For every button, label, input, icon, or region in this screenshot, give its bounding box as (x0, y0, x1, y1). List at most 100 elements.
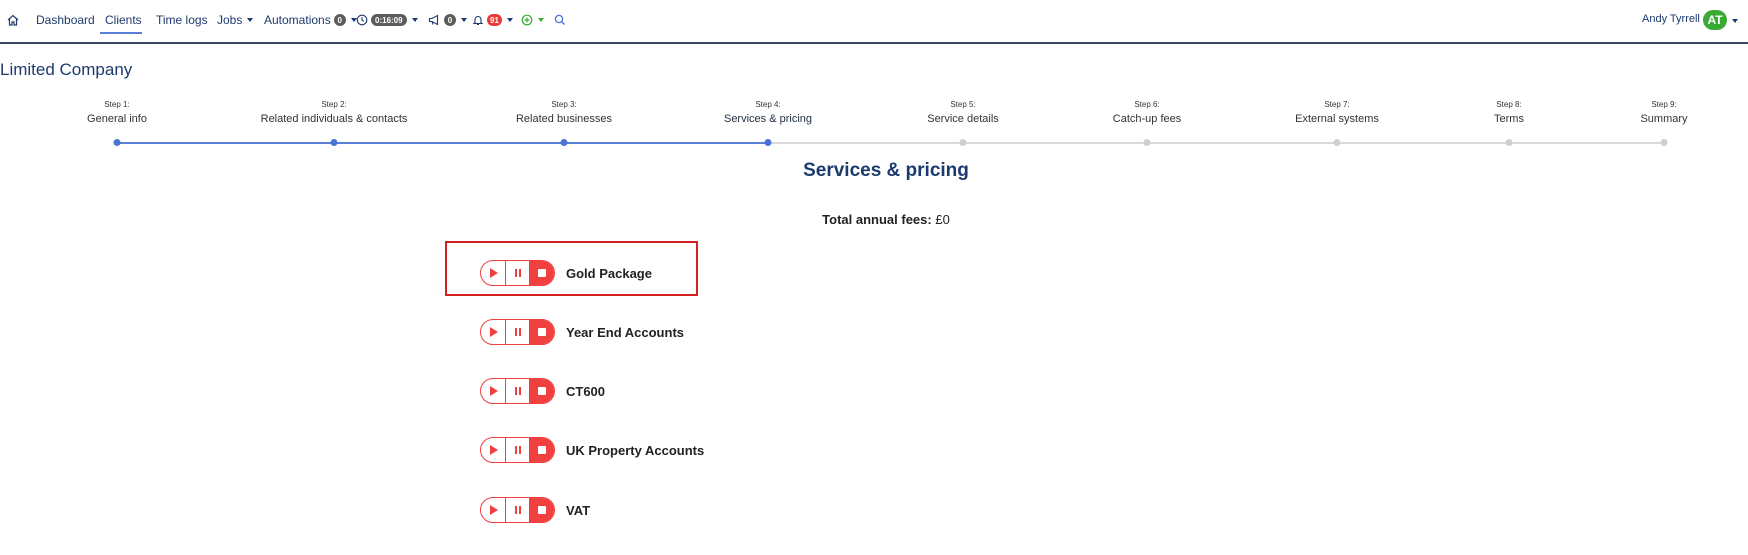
bell-icon (472, 16, 484, 26)
service-name: VAT (566, 502, 591, 518)
avatar[interactable]: AT (1703, 10, 1727, 30)
step-dot (764, 139, 772, 146)
stop-button[interactable] (530, 438, 554, 462)
nav-jobs-dropdown[interactable]: Jobs (217, 11, 254, 29)
step-label: Related individuals & contacts (260, 113, 408, 125)
play-icon (489, 386, 498, 396)
nav-dashboard[interactable]: Dashboard (36, 11, 95, 29)
pause-icon (514, 506, 521, 514)
play-button[interactable] (481, 438, 506, 462)
step-3[interactable]: Step 3: Related businesses (516, 100, 612, 125)
step-connector (963, 142, 1147, 144)
step-number: Step 3: (551, 100, 577, 109)
pause-button[interactable] (506, 379, 531, 403)
step-5[interactable]: Step 5: Service details (927, 100, 999, 125)
service-name: CT600 (566, 383, 606, 399)
step-label: Terms (1494, 113, 1524, 125)
service-name: Year End Accounts (566, 324, 684, 340)
nav-clients-label: Clients (105, 13, 142, 27)
pause-icon (514, 387, 521, 395)
announcements-count-badge: 0 (444, 14, 456, 26)
step-9[interactable]: Step 9: Summary (1640, 100, 1687, 125)
step-number: Step 7: (1324, 100, 1350, 109)
step-label: Related businesses (515, 113, 613, 125)
nav-clients[interactable]: Clients (105, 11, 142, 29)
stop-icon (538, 269, 547, 277)
step-2[interactable]: Step 2: Related individuals & contacts (261, 100, 408, 125)
chevron-down-icon[interactable] (1732, 19, 1738, 23)
notifications-dropdown[interactable]: 91 (472, 11, 513, 29)
step-6[interactable]: Step 6: Catch-up fees (1113, 100, 1181, 125)
clock-icon (356, 14, 368, 26)
chevron-down-icon (461, 18, 467, 22)
pause-button[interactable] (506, 261, 531, 285)
nav-automations-label: Automations (264, 13, 331, 27)
nav-time-logs-label: Time logs (156, 13, 208, 27)
nav-time-logs[interactable]: Time logs (156, 11, 208, 29)
timer-badge: 0:16:09 (371, 14, 407, 26)
active-tab-indicator (100, 32, 142, 34)
page-title: Limited Company (0, 60, 133, 79)
home-icon[interactable] (6, 11, 20, 29)
step-label: Summary (1640, 113, 1688, 125)
pause-icon (514, 269, 521, 277)
step-label: Services & pricing (723, 113, 813, 125)
step-8[interactable]: Step 8: Terms (1494, 100, 1524, 125)
stop-button[interactable] (530, 320, 554, 344)
timer-dropdown[interactable]: 0:16:09 (356, 11, 418, 29)
total-fees-value: £0 (935, 212, 950, 227)
step-dot (959, 139, 967, 146)
step-label: Service details (927, 113, 999, 125)
step-number: Step 5: (950, 100, 976, 109)
service-row-uk-property-accounts: UK Property Accounts (480, 436, 704, 464)
stop-button[interactable] (530, 261, 554, 285)
step-7[interactable]: Step 7: External systems (1295, 100, 1379, 125)
pause-button[interactable] (506, 320, 531, 344)
service-state-toggle (480, 319, 555, 345)
step-number: Step 2: (321, 100, 347, 109)
chevron-down-icon (411, 18, 418, 22)
step-connector (564, 142, 768, 144)
pause-icon (514, 446, 521, 454)
section-title: Services & pricing (803, 160, 969, 181)
chevron-down-icon (247, 18, 254, 22)
user-name[interactable]: Andy Tyrrell (1642, 13, 1700, 25)
step-number: Step 6: (1134, 100, 1160, 109)
stop-button[interactable] (530, 498, 554, 522)
service-row-year-end-accounts: Year End Accounts (480, 318, 684, 346)
service-state-toggle (480, 260, 555, 286)
plus-circle-icon (521, 14, 533, 26)
nav-automations-dropdown[interactable]: Automations 0 (264, 11, 357, 29)
nav-dashboard-label: Dashboard (36, 13, 95, 27)
announcements-dropdown[interactable]: 0 (428, 11, 467, 29)
play-button[interactable] (481, 320, 506, 344)
step-dot (1143, 139, 1151, 146)
add-new-dropdown[interactable] (521, 11, 544, 29)
step-dot (1333, 139, 1341, 146)
stop-icon (538, 446, 547, 454)
play-button[interactable] (481, 379, 506, 403)
step-dot (330, 139, 338, 146)
step-number: Step 9: (1651, 100, 1677, 109)
top-nav: Dashboard Clients Time logs Jobs Automat… (0, 0, 1748, 44)
pause-button[interactable] (506, 438, 531, 462)
step-1[interactable]: Step 1: General info (87, 100, 147, 125)
stop-icon (538, 387, 547, 395)
step-dot (113, 139, 121, 146)
step-progress: Step 1: General info Step 2: Related ind… (0, 100, 1748, 150)
play-button[interactable] (481, 498, 506, 522)
chevron-down-icon (506, 18, 513, 22)
play-button[interactable] (481, 261, 506, 285)
automations-count-badge: 0 (333, 14, 346, 26)
step-connector (334, 142, 564, 144)
total-annual-fees: Total annual fees: £0 (0, 212, 1748, 227)
search-icon[interactable] (554, 11, 566, 29)
step-number: Step 1: (104, 100, 130, 109)
play-icon (489, 327, 498, 337)
service-row-vat: VAT (480, 496, 590, 524)
stop-button[interactable] (530, 379, 554, 403)
pause-button[interactable] (506, 498, 531, 522)
service-row-ct600: CT600 (480, 377, 605, 405)
step-4[interactable]: Step 4: Services & pricing (724, 100, 812, 125)
step-dot (1505, 139, 1513, 146)
